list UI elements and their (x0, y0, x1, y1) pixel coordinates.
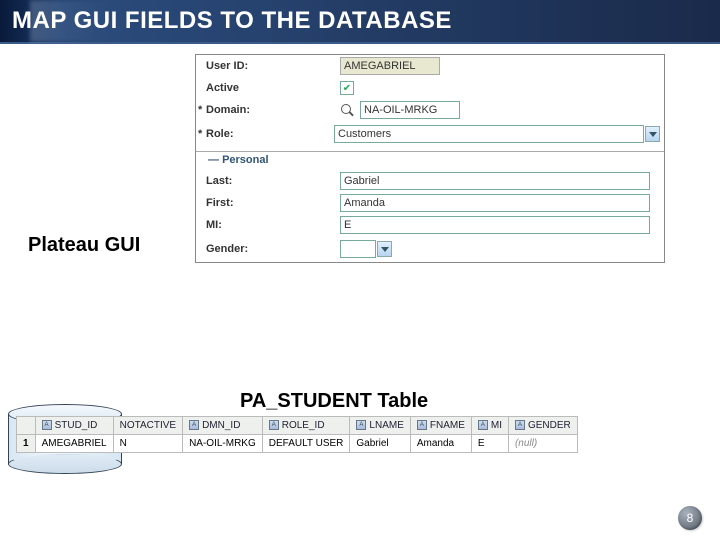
section-personal: Personal (196, 152, 664, 170)
cell-dmn-id: NA-OIL-MRKG (183, 435, 263, 453)
rownum-cell: 1 (17, 435, 36, 453)
cell-mi: E (471, 435, 508, 453)
slide-title: MAP GUI FIELDS TO THE DATABASE (12, 7, 452, 35)
col-lname: ALNAME (350, 417, 410, 435)
plateau-gui-label: Plateau GUI (28, 234, 140, 257)
col-dmn-id: ADMN_ID (183, 417, 263, 435)
domain-field[interactable] (360, 101, 460, 119)
last-field[interactable] (340, 172, 650, 190)
slide-number-badge: 8 (678, 506, 702, 530)
col-stud-id: ASTUD_ID (35, 417, 113, 435)
role-select[interactable]: Customers (334, 125, 644, 143)
last-label: Last: (200, 175, 340, 187)
col-fname: AFNAME (410, 417, 471, 435)
cell-gender: (null) (508, 435, 577, 453)
first-label: First: (200, 197, 340, 209)
col-role-id: AROLE_ID (262, 417, 350, 435)
cell-notactive: N (113, 435, 182, 453)
cell-stud-id: AMEGABRIEL (35, 435, 113, 453)
mi-label: MI: (200, 219, 340, 231)
col-mi: AMI (471, 417, 508, 435)
slide-header: MAP GUI FIELDS TO THE DATABASE (0, 0, 720, 44)
mi-field[interactable] (340, 216, 650, 234)
user-id-label: User ID: (200, 60, 340, 72)
role-label: Role: (200, 128, 334, 140)
gender-select[interactable] (340, 240, 376, 258)
chevron-down-icon[interactable] (645, 126, 660, 142)
cell-role-id: DEFAULT USER (262, 435, 350, 453)
col-gender: AGENDER (508, 417, 577, 435)
domain-label: Domain: (200, 104, 340, 116)
cell-fname: Amanda (410, 435, 471, 453)
col-notactive: NOTACTIVE (113, 417, 182, 435)
table-title: PA_STUDENT Table (240, 390, 428, 413)
table-row: 1 AMEGABRIEL N NA-OIL-MRKG DEFAULT USER … (17, 435, 578, 453)
search-icon[interactable] (340, 103, 354, 117)
table-header-row: ASTUD_ID NOTACTIVE ADMN_ID AROLE_ID ALNA… (17, 417, 578, 435)
user-id-field[interactable] (340, 57, 440, 75)
pa-student-table: ASTUD_ID NOTACTIVE ADMN_ID AROLE_ID ALNA… (16, 416, 578, 453)
first-field[interactable] (340, 194, 650, 212)
active-checkbox[interactable] (340, 81, 354, 95)
cell-lname: Gabriel (350, 435, 410, 453)
chevron-down-icon[interactable] (377, 241, 392, 257)
gender-label: Gender: (200, 243, 340, 255)
gui-form: User ID: Active Domain: Role: Customers … (195, 54, 665, 263)
rownum-header (17, 417, 36, 435)
active-label: Active (200, 82, 340, 94)
